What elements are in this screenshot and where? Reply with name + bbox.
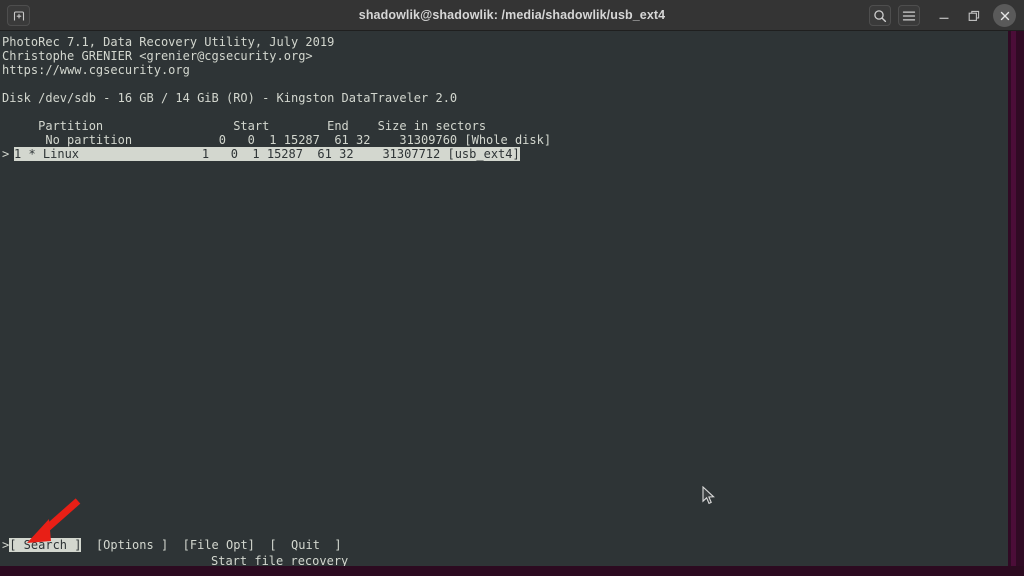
close-button[interactable] — [993, 4, 1016, 27]
new-tab-icon — [13, 10, 24, 21]
window-titlebar: shadowlik@shadowlik: /media/shadowlik/us… — [0, 0, 1024, 31]
menu-hint-text: Start file recovery — [211, 554, 349, 566]
maximize-icon — [968, 10, 980, 22]
hamburger-icon — [902, 10, 916, 21]
window-bottom-edge — [0, 566, 1024, 576]
menu-gap-2 — [168, 538, 182, 552]
menu-gap-1 — [81, 538, 95, 552]
window-right-edge — [1008, 31, 1024, 566]
table-row-linux-selected[interactable]: 1 * Linux 1 0 1 15287 61 32 31307712 [us… — [14, 147, 520, 161]
titlebar-search-button[interactable] — [869, 5, 891, 26]
minimize-icon — [938, 12, 950, 20]
photorec-website-line: https://www.cgsecurity.org — [2, 63, 190, 77]
menu-item-options[interactable]: [Options ] — [96, 538, 168, 552]
table-row-no-partition[interactable]: No partition 0 0 1 15287 61 32 31309760 … — [2, 133, 551, 147]
menu-bar: >[ Search ] [Options ] [File Opt] [ Quit… — [2, 538, 342, 553]
partition-table-header: Partition Start End Size in sectors — [2, 119, 487, 133]
photorec-author-line: Christophe GRENIER <grenier@cgsecurity.o… — [2, 49, 313, 63]
menu-gap-3 — [255, 538, 269, 552]
close-icon — [999, 10, 1010, 21]
hamburger-menu-button[interactable] — [898, 5, 920, 26]
menu-item-file-opt[interactable]: [File Opt] — [183, 538, 255, 552]
terminal-view[interactable]: PhotoRec 7.1, Data Recovery Utility, Jul… — [0, 31, 1008, 566]
search-icon — [873, 9, 887, 23]
menu-item-search[interactable]: [ Search ] — [9, 538, 82, 552]
window-right-stripe — [1011, 31, 1016, 566]
minimize-button[interactable] — [933, 5, 955, 27]
maximize-button[interactable] — [963, 5, 985, 27]
menu-item-quit[interactable]: [ Quit ] — [269, 538, 341, 552]
disk-info-line: Disk /dev/sdb - 16 GB / 14 GiB (RO) - Ki… — [2, 91, 458, 105]
photorec-version-line: PhotoRec 7.1, Data Recovery Utility, Jul… — [2, 35, 335, 49]
screen: shadowlik@shadowlik: /media/shadowlik/us… — [0, 0, 1024, 576]
new-tab-button[interactable] — [7, 5, 30, 26]
